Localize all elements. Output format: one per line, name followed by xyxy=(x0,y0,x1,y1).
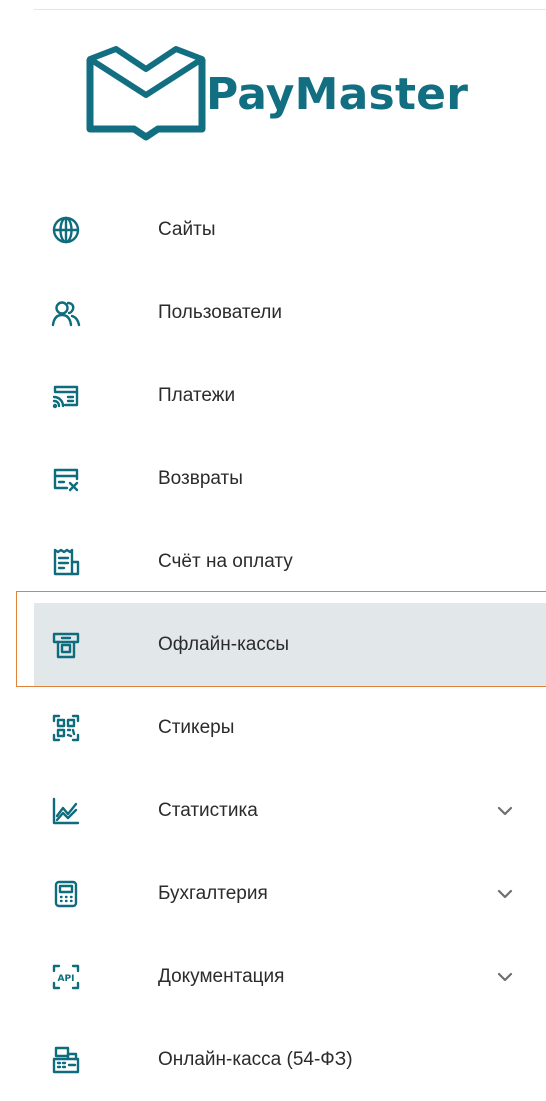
qr-sticker-icon xyxy=(50,712,82,744)
sidebar-item-label: Бухгалтерия xyxy=(158,882,268,904)
chevron-down-icon[interactable] xyxy=(496,968,514,986)
chevron-down-icon[interactable] xyxy=(496,802,514,820)
globe-icon xyxy=(50,214,82,246)
terminal-icon xyxy=(50,629,82,661)
sidebar-item-documentation[interactable]: API Документация xyxy=(34,935,546,1018)
sidebar-item-offline-registers[interactable]: Офлайн-кассы xyxy=(16,591,546,687)
sidebar-item-online-register[interactable]: Онлайн-касса (54-ФЗ) xyxy=(34,1018,546,1101)
sidebar-item-payments[interactable]: Платежи xyxy=(34,354,546,437)
sidebar-item-label: Статистика xyxy=(158,799,258,821)
calculator-icon xyxy=(50,878,82,910)
users-icon xyxy=(50,297,82,329)
invoice-icon xyxy=(50,546,82,578)
svg-text:API: API xyxy=(58,974,75,984)
sidebar-item-label: Возвраты xyxy=(158,467,243,489)
sidebar-item-label: Стикеры xyxy=(158,716,235,738)
sidebar-item-accounting[interactable]: Бухгалтерия xyxy=(34,852,546,935)
sidebar-item-sites[interactable]: Сайты xyxy=(34,188,546,271)
sidebar-item-statistics[interactable]: Статистика xyxy=(34,769,546,852)
chevron-down-icon[interactable] xyxy=(496,885,514,903)
sidebar-item-label: Сайты xyxy=(158,218,216,240)
paymaster-logo[interactable]: PayMaster xyxy=(84,40,514,150)
chart-icon xyxy=(50,795,82,827)
top-divider xyxy=(34,9,546,10)
sidebar-item-label: Офлайн-кассы xyxy=(158,633,290,655)
sidebar-item-label: Онлайн-касса (54-ФЗ) xyxy=(158,1048,353,1070)
payments-icon xyxy=(50,380,82,412)
cash-register-icon xyxy=(50,1044,82,1076)
sidebar-item-invoice[interactable]: Счёт на оплату xyxy=(34,520,546,603)
sidebar-menu: Сайты Пользователи Платежи Возвраты Счёт… xyxy=(16,188,546,1101)
api-icon: API xyxy=(50,961,82,993)
sidebar-item-refunds[interactable]: Возвраты xyxy=(34,437,546,520)
sidebar-item-label: Документация xyxy=(158,965,285,987)
sidebar-item-label: Пользователи xyxy=(158,301,283,323)
sidebar-item-stickers[interactable]: Стикеры xyxy=(34,686,546,769)
brand-name: PayMaster xyxy=(206,68,469,120)
sidebar-item-label: Счёт на оплату xyxy=(158,550,293,572)
logo-envelope-icon xyxy=(86,46,206,141)
sidebar-item-users[interactable]: Пользователи xyxy=(34,271,546,354)
refund-card-icon xyxy=(50,463,82,495)
sidebar-item-label: Платежи xyxy=(158,384,236,406)
